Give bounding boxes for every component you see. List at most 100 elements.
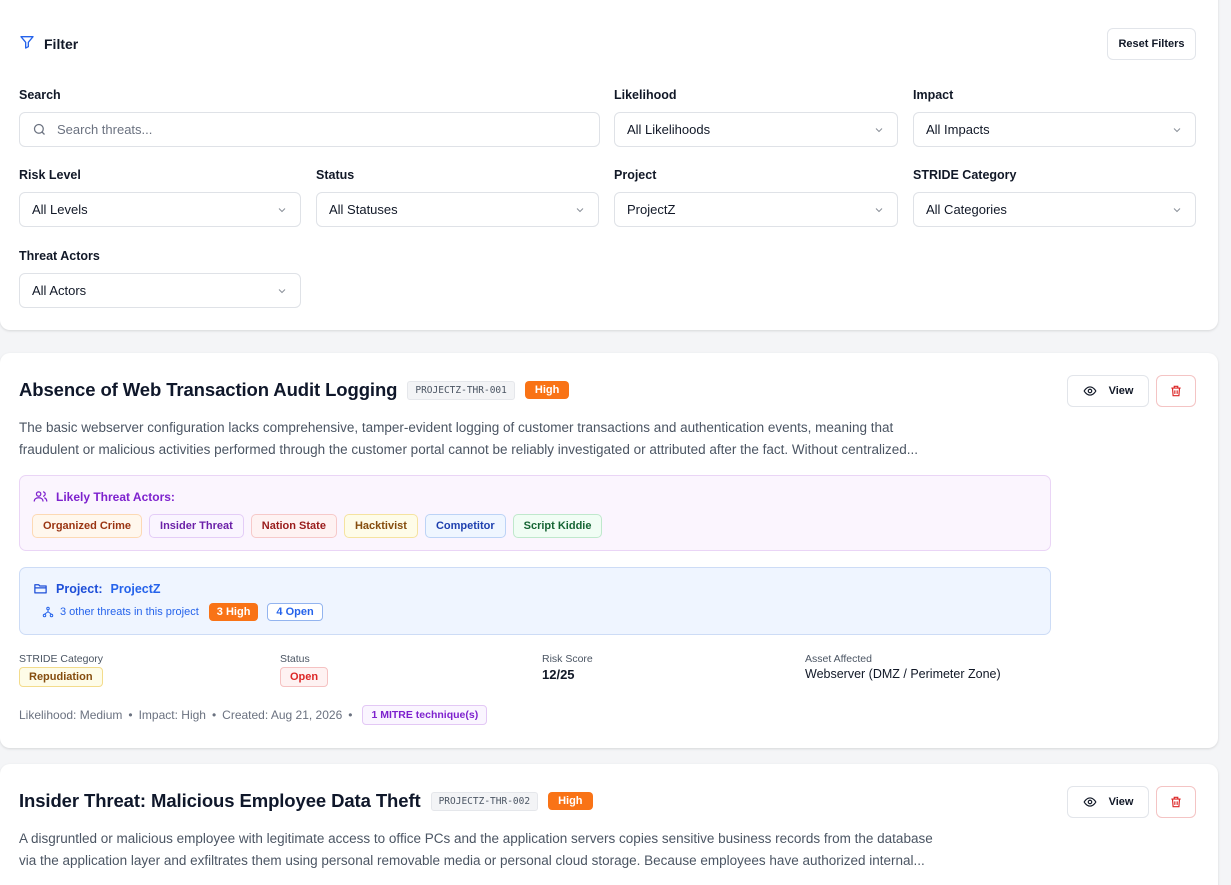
trash-icon: [1169, 795, 1183, 809]
asset-meta: Asset Affected Webserver (DMZ / Perimete…: [805, 653, 1001, 681]
network-icon: [42, 606, 54, 618]
chevron-down-icon: [873, 204, 885, 216]
status-badge: Open: [280, 667, 329, 687]
risk-level-value: All Levels: [32, 202, 88, 217]
created-text: Created: Aug 21, 2026: [222, 708, 343, 722]
likelihood-value: All Likelihoods: [627, 122, 711, 137]
reset-filters-button[interactable]: Reset Filters: [1107, 28, 1196, 60]
chevron-down-icon: [276, 204, 288, 216]
description-line: A disgruntled or malicious employee with…: [19, 831, 933, 846]
separator: •: [348, 708, 353, 722]
eye-icon: [1083, 795, 1097, 809]
project-select[interactable]: ProjectZ: [614, 192, 898, 227]
project-link[interactable]: ProjectZ: [111, 582, 161, 596]
project-value: ProjectZ: [627, 202, 676, 217]
status-value: All Statuses: [329, 202, 398, 217]
project-header: Project: ProjectZ: [33, 581, 161, 596]
search-placeholder: Search threats...: [57, 122, 153, 137]
risk-score: 12/25: [542, 667, 575, 682]
threat-title: Insider Threat: Malicious Employee Data …: [19, 790, 421, 811]
impact-value: All Impacts: [926, 122, 990, 137]
likelihood-select[interactable]: All Likelihoods: [614, 112, 898, 147]
threat-actors-value: All Actors: [32, 283, 87, 298]
likelihood-text: Likelihood: Medium: [19, 708, 123, 722]
filter-title: Filter: [44, 35, 79, 52]
threat-footer: Likelihood: Medium • Impact: High • Crea…: [19, 705, 488, 725]
users-icon: [33, 489, 48, 504]
actor-chip: Nation State: [250, 514, 337, 538]
status-meta-label: Status: [280, 653, 310, 665]
actor-chip: Hacktivist: [343, 514, 418, 538]
threat-actors-label: Threat Actors: [19, 249, 100, 263]
project-others-text: 3 other threats in this project: [60, 606, 199, 618]
actor-chip: Organized Crime: [32, 514, 143, 538]
status-select[interactable]: All Statuses: [316, 192, 599, 227]
severity-badge: High: [548, 792, 593, 810]
description-line: The basic webserver configuration lacks …: [19, 420, 894, 435]
separator: •: [128, 708, 133, 722]
threat-id-badge: PROJECTZ-THR-002: [430, 791, 539, 811]
search-input[interactable]: Search threats...: [19, 112, 600, 147]
threat-title: Absence of Web Transaction Audit Logging: [19, 379, 398, 400]
impact-label: Impact: [913, 88, 954, 102]
risk-meta-label: Risk Score: [542, 653, 593, 665]
delete-button[interactable]: [1156, 375, 1196, 407]
delete-button[interactable]: [1156, 786, 1196, 818]
view-label: View: [1108, 796, 1134, 808]
filter-icon: [19, 34, 35, 53]
filter-header: Filter: [19, 34, 78, 53]
actors-title: Likely Threat Actors:: [56, 489, 175, 504]
view-button[interactable]: View: [1067, 786, 1149, 818]
stride-badge: Repudiation: [19, 667, 103, 687]
actor-chip: Competitor: [424, 514, 506, 538]
threat-title-row: Insider Threat: Malicious Employee Data …: [19, 790, 593, 812]
status-label: Status: [316, 168, 355, 182]
view-button[interactable]: View: [1067, 375, 1149, 407]
chevron-down-icon: [574, 204, 586, 216]
project-panel: Project: ProjectZ 3 other threats in thi…: [19, 567, 1051, 635]
search-icon: [32, 122, 47, 137]
view-label: View: [1108, 385, 1134, 397]
stride-meta: STRIDE Category Repudiation: [19, 653, 103, 687]
folder-icon: [33, 581, 48, 596]
actor-chip: Script Kiddie: [512, 514, 603, 538]
separator: •: [211, 708, 217, 722]
stride-meta-label: STRIDE Category: [19, 653, 104, 665]
threat-card: Insider Threat: Malicious Employee Data …: [0, 764, 1218, 885]
actors-header: Likely Threat Actors:: [33, 489, 175, 504]
chevron-down-icon: [276, 285, 288, 297]
threat-title-row: Absence of Web Transaction Audit Logging…: [19, 379, 570, 401]
severity-badge: High: [524, 381, 570, 399]
chevron-down-icon: [1171, 204, 1183, 216]
risk-level-select[interactable]: All Levels: [19, 192, 301, 227]
stride-value: All Categories: [926, 202, 1007, 217]
threat-card: Absence of Web Transaction Audit Logging…: [0, 353, 1218, 748]
project-open-count: 4 Open: [267, 603, 323, 621]
search-label: Search: [19, 88, 61, 102]
likelihood-label: Likelihood: [614, 88, 677, 102]
eye-icon: [1083, 384, 1097, 398]
mitre-badge: 1 MITRE technique(s): [362, 705, 488, 725]
trash-icon: [1169, 384, 1183, 398]
description-line: fraudulent or malicious activities perfo…: [19, 442, 918, 457]
project-prefix: Project:: [56, 581, 103, 596]
stride-select[interactable]: All Categories: [913, 192, 1196, 227]
stride-label: STRIDE Category: [913, 168, 1017, 182]
actor-chips: Organized Crime Insider Threat Nation St…: [32, 514, 603, 538]
impact-select[interactable]: All Impacts: [913, 112, 1196, 147]
asset-value: Webserver (DMZ / Perimeter Zone): [805, 667, 1001, 681]
status-meta: Status Open: [280, 653, 329, 687]
threat-actors-panel: Likely Threat Actors: Organized Crime In…: [19, 475, 1051, 551]
threat-actors-select[interactable]: All Actors: [19, 273, 301, 308]
asset-meta-label: Asset Affected: [805, 653, 872, 665]
risk-level-label: Risk Level: [19, 168, 81, 182]
risk-meta: Risk Score 12/25: [542, 653, 593, 682]
threat-id-badge: PROJECTZ-THR-001: [407, 380, 515, 400]
description-line: via the application layer and exfiltrate…: [19, 853, 925, 868]
project-summary: 3 other threats in this project 3 High 4…: [42, 603, 323, 621]
chevron-down-icon: [873, 124, 885, 136]
threat-description: A disgruntled or malicious employee with…: [19, 828, 1059, 872]
project-high-count: 3 High: [208, 603, 259, 621]
impact-text: Impact: High: [138, 708, 206, 722]
filter-panel: Filter Reset Filters Search Search threa…: [0, 0, 1218, 330]
